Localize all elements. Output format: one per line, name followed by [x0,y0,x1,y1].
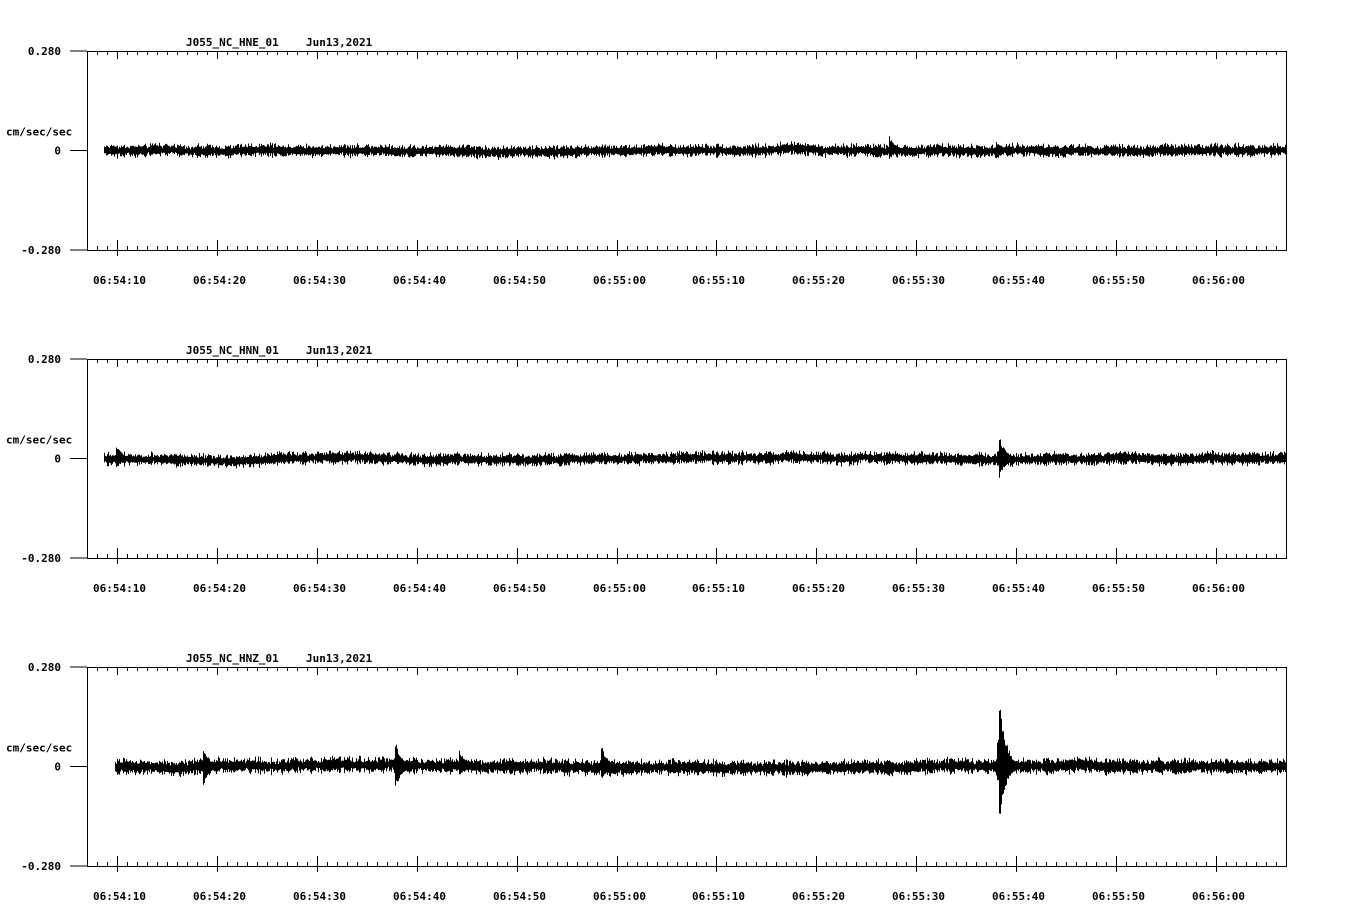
x-tick-label: 06:54:50 [493,274,546,287]
panel-date: Jun13,2021 [306,344,373,357]
x-tick-label: 06:54:40 [393,274,446,287]
x-tick-label: 06:54:30 [293,582,346,595]
y-tick-label: -0.280 [21,552,61,565]
y-tick-label: 0.280 [28,353,61,366]
x-tick-label: 06:54:30 [293,890,346,903]
x-tick-label: 06:55:50 [1092,274,1145,287]
x-tick-label: 06:55:00 [593,274,646,287]
x-tick-label: 06:54:10 [93,274,146,287]
x-tick-label: 06:54:10 [93,582,146,595]
x-tick-label: 06:55:50 [1092,582,1145,595]
y-tick-label: -0.280 [21,860,61,873]
x-tick-label: 06:55:50 [1092,890,1145,903]
y-tick-label: 0.280 [28,45,61,58]
x-tick-label: 06:56:00 [1192,890,1245,903]
y-tick-label: 0 [54,453,61,466]
x-tick-label: 06:54:10 [93,890,146,903]
panel-title: J055_NC_HNZ_01 [186,652,279,665]
x-tick-label: 06:55:20 [792,274,845,287]
x-tick-label: 06:56:00 [1192,582,1245,595]
x-tick-label: 06:55:40 [992,582,1045,595]
x-tick-label: 06:55:00 [593,890,646,903]
x-tick-label: 06:55:10 [692,274,745,287]
x-tick-label: 06:55:30 [892,274,945,287]
y-tick-label: 0 [54,761,61,774]
waveform-trace [104,136,1287,160]
x-tick-label: 06:55:30 [892,890,945,903]
x-tick-label: 06:54:20 [193,890,246,903]
x-tick-label: 06:55:10 [692,890,745,903]
x-tick-label: 06:54:20 [193,274,246,287]
x-tick-label: 06:54:30 [293,274,346,287]
y-tick-label: 0.280 [28,661,61,674]
x-tick-label: 06:55:30 [892,582,945,595]
panel-date: Jun13,2021 [306,36,373,49]
x-tick-label: 06:55:40 [992,274,1045,287]
x-tick-label: 06:56:00 [1192,274,1245,287]
y-axis-label: cm/sec/sec [6,126,72,139]
seismogram-figure: J055_NC_HNE_01 Jun13,2021 cm/sec/sec 0.280 0… [6,36,1287,903]
y-tick-label: -0.280 [21,244,61,257]
x-tick-label: 06:55:00 [593,582,646,595]
x-tick-label: 06:55:20 [792,582,845,595]
panel-title: J055_NC_HNN_01 [186,344,279,357]
y-axis-label: cm/sec/sec [6,742,72,755]
x-tick-label: 06:54:50 [493,890,546,903]
x-tick-label: 06:55:40 [992,890,1045,903]
panel-title: J055_NC_HNE_01 [186,36,279,49]
y-axis-label: cm/sec/sec [6,434,72,447]
y-tick-label: 0 [54,145,61,158]
x-tick-label: 06:55:10 [692,582,745,595]
x-tick-label: 06:54:20 [193,582,246,595]
waveform-trace [104,439,1287,478]
x-tick-label: 06:54:50 [493,582,546,595]
x-tick-label: 06:54:40 [393,890,446,903]
x-tick-label: 06:54:40 [393,582,446,595]
waveform-trace [115,709,1287,814]
x-tick-label: 06:55:20 [792,890,845,903]
panel-date: Jun13,2021 [306,652,373,665]
